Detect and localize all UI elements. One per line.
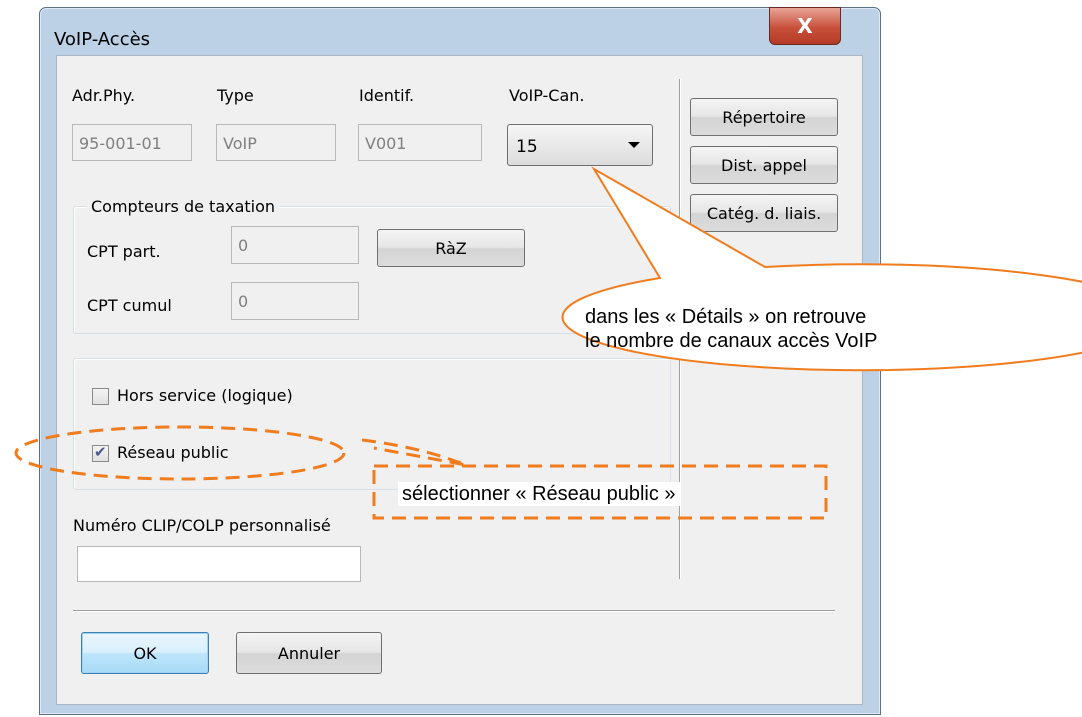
- note-text: sélectionner « Réseau public »: [398, 482, 680, 506]
- dashed-connector: [361, 438, 467, 467]
- callout-text: dans les « Détails » on retrouve le nomb…: [585, 305, 877, 353]
- reseau-public-highlight: [14, 425, 346, 481]
- callout-line-2: le nombre de canaux accès VoIP: [585, 330, 878, 352]
- callout-line-1: dans les « Détails » on retrouve: [585, 306, 867, 328]
- annotation-overlay: [14, 166, 1082, 520]
